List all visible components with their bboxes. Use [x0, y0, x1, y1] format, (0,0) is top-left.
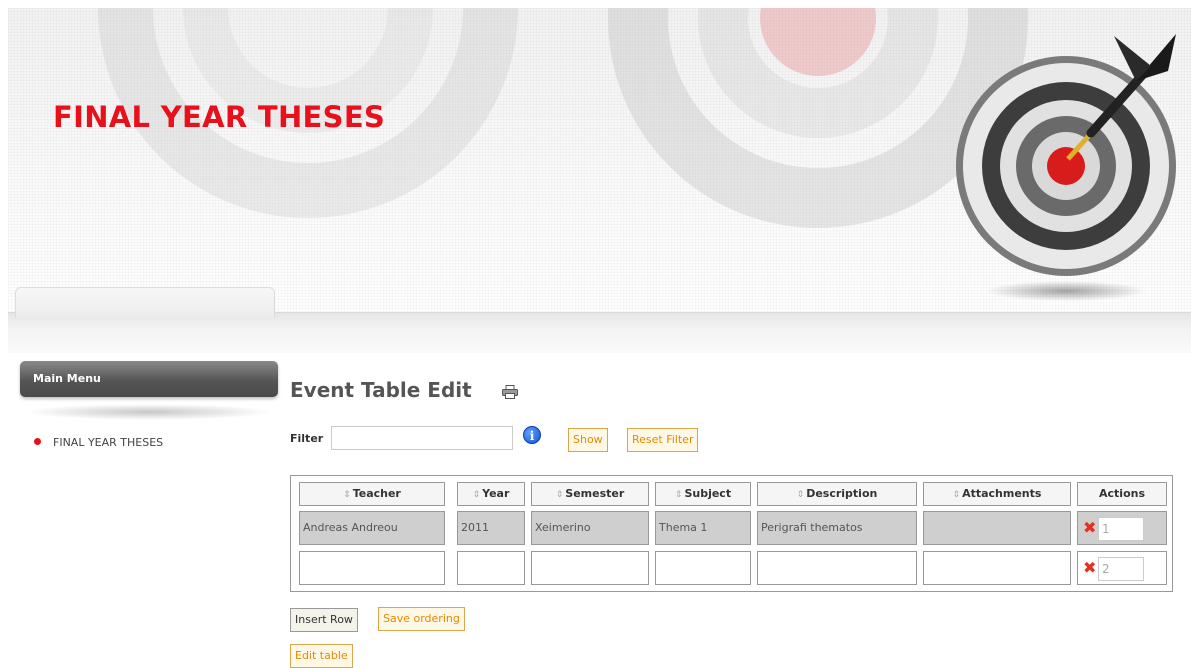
- reset-filter-button[interactable]: Reset Filter: [627, 428, 699, 452]
- filter-label: Filter: [290, 432, 324, 445]
- target-dart-icon: [956, 34, 1176, 301]
- sort-icon: ⇕: [674, 490, 683, 500]
- table-cell-teacher[interactable]: Andreas Andreou: [299, 511, 445, 545]
- sort-icon: ⇕: [952, 490, 961, 500]
- column-header-actions: Actions: [1077, 482, 1167, 506]
- column-header-label: Teacher: [352, 487, 401, 500]
- info-icon[interactable]: i: [523, 426, 541, 444]
- sort-icon: ⇕: [472, 490, 481, 500]
- column-header-semester[interactable]: ⇕ Semester: [531, 482, 649, 506]
- table-cell-year[interactable]: [457, 551, 525, 585]
- order-input[interactable]: [1098, 557, 1144, 581]
- event-table: ⇕ Teacher ⇕ Year ⇕ Semester ⇕ Subject ⇕ Descr…: [290, 475, 1173, 592]
- table-cell-description[interactable]: [757, 551, 917, 585]
- table-cell-year[interactable]: 2011: [457, 511, 525, 545]
- sidebar-item-label: FINAL YEAR THESES: [53, 436, 164, 449]
- menu-shadow: [24, 404, 274, 420]
- row-actions: ✖: [1077, 511, 1167, 545]
- sort-icon: ⇕: [796, 490, 805, 500]
- sort-icon: ⇕: [555, 490, 564, 500]
- column-header-teacher[interactable]: ⇕ Teacher: [299, 482, 445, 506]
- table-cell-attachments[interactable]: [923, 511, 1071, 545]
- print-icon[interactable]: [502, 385, 518, 399]
- column-header-label: Year: [482, 487, 510, 500]
- column-header-label: Semester: [565, 487, 625, 500]
- table-cell-description[interactable]: Perigrafi thematos: [757, 511, 917, 545]
- filter-input[interactable]: [331, 426, 513, 450]
- order-input[interactable]: [1098, 517, 1144, 541]
- edit-table-button[interactable]: Edit table: [290, 644, 353, 668]
- table-cell-attachments[interactable]: [923, 551, 1071, 585]
- sort-icon: ⇕: [343, 490, 351, 500]
- main-menu-title: Main Menu: [33, 372, 101, 385]
- column-header-label: Description: [806, 487, 878, 500]
- column-header-year[interactable]: ⇕ Year: [457, 482, 525, 506]
- delete-icon[interactable]: ✖: [1083, 520, 1096, 536]
- nav-tab[interactable]: [15, 287, 275, 318]
- delete-icon[interactable]: ✖: [1083, 560, 1096, 576]
- column-header-attachments[interactable]: ⇕ Attachments: [923, 482, 1071, 506]
- column-header-description[interactable]: ⇕ Description: [757, 482, 917, 506]
- show-button[interactable]: Show: [568, 428, 608, 452]
- table-cell-semester[interactable]: [531, 551, 649, 585]
- column-header-subject[interactable]: ⇕ Subject: [655, 482, 751, 506]
- main-menu-header: Main Menu: [20, 361, 278, 397]
- column-header-label: Attachments: [962, 487, 1042, 500]
- column-header-label: Subject: [684, 487, 732, 500]
- table-cell-subject[interactable]: Thema 1: [655, 511, 751, 545]
- sidebar-item-final-year-theses[interactable]: FINAL YEAR THESES: [34, 436, 163, 449]
- save-ordering-button[interactable]: Save ordering: [378, 607, 465, 631]
- table-cell-subject[interactable]: [655, 551, 751, 585]
- table-cell-semester[interactable]: Xeimerino: [531, 511, 649, 545]
- insert-row-button[interactable]: Insert Row: [290, 608, 358, 632]
- table-cell-teacher[interactable]: [299, 551, 445, 585]
- page-title: Event Table Edit: [290, 378, 472, 402]
- nav-bar: [8, 312, 1191, 353]
- bullet-icon: [34, 438, 41, 445]
- site-title: FINAL YEAR THESES: [53, 100, 386, 134]
- row-actions: ✖: [1077, 551, 1167, 585]
